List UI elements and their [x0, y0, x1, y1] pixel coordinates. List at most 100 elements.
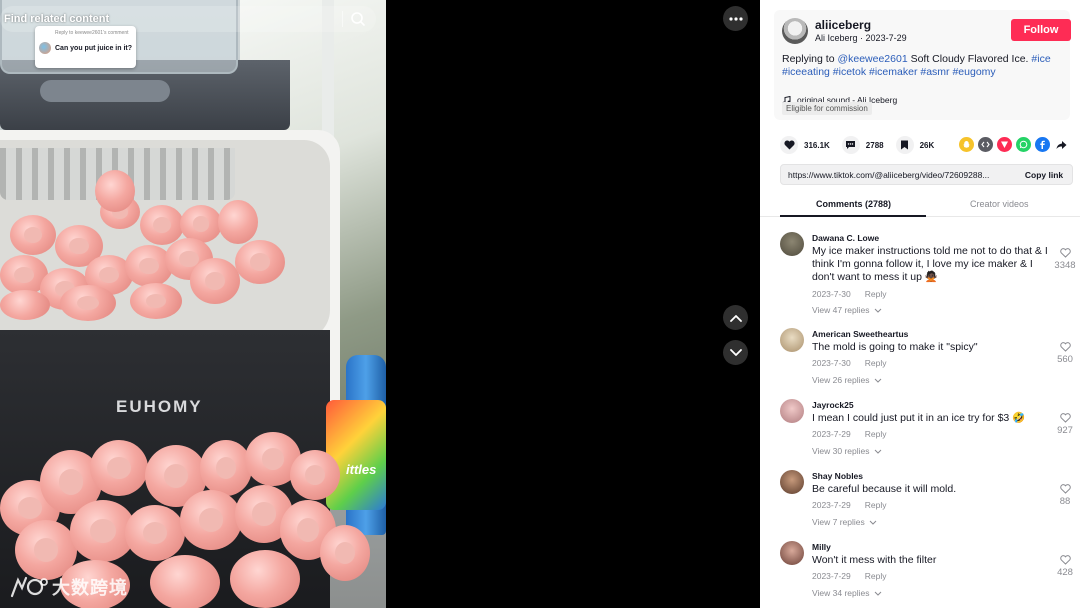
watermark-logo [10, 576, 48, 598]
comment-bubble-icon [841, 136, 860, 154]
engagement-actions: 316.1K 2788 26K [780, 136, 946, 154]
snapchat-share-icon[interactable] [959, 137, 974, 152]
view-replies-link[interactable]: View 30 replies [812, 446, 882, 456]
heart-outline-icon [1059, 555, 1071, 565]
save-action[interactable]: 26K [895, 136, 934, 154]
tab-comments[interactable]: Comments (2788) [816, 199, 891, 209]
comment-item: Shay Nobles Be careful because it will m… [780, 462, 1080, 534]
hashtag-ice[interactable]: #ice [1031, 53, 1050, 65]
comment-like[interactable]: 927 [1050, 413, 1080, 436]
like-action[interactable]: 316.1K [780, 136, 830, 154]
embed-share-icon[interactable] [978, 137, 993, 152]
commenter-name[interactable]: American Sweetheartus [812, 329, 908, 339]
hashtag-eugomy[interactable]: #eugomy [952, 66, 995, 78]
ice-cube [230, 550, 300, 608]
comment-meta: 2023-7-30 Reply [812, 289, 887, 299]
video-link-box: https://www.tiktok.com/@aliiceberg/video… [780, 164, 1073, 185]
view-replies-link[interactable]: View 47 replies [812, 305, 882, 315]
heart-outline-icon [1059, 248, 1071, 258]
send-share-icon[interactable] [997, 137, 1012, 152]
forward-share-icon[interactable] [1054, 137, 1069, 152]
chevron-down-icon [874, 449, 881, 454]
comment-date: 2023-7-29 [812, 500, 851, 510]
more-options-button[interactable] [723, 6, 748, 31]
commenter-name[interactable]: Dawana C. Lowe [812, 233, 879, 243]
description-mention[interactable]: @keewee2601 [837, 53, 907, 65]
ice-cube [60, 285, 116, 321]
view-replies-link[interactable]: View 34 replies [812, 588, 882, 598]
reply-link[interactable]: Reply [865, 571, 887, 581]
ice-cube [0, 290, 50, 320]
comment-text: The mold is going to make it "spicy" [812, 341, 978, 353]
watermark: 大数跨境 [8, 574, 128, 600]
view-replies-label[interactable]: View 7 replies [812, 517, 865, 527]
ice-maker-control-panel [40, 80, 170, 102]
author-avatar[interactable] [782, 18, 808, 44]
heart-outline-icon [1059, 342, 1071, 352]
reply-link[interactable]: Reply [865, 289, 887, 299]
comment-like[interactable]: 88 [1050, 484, 1080, 507]
commenter-avatar[interactable] [780, 328, 804, 352]
commenter-name[interactable]: Shay Nobles [812, 471, 863, 481]
previous-video-button[interactable] [723, 305, 748, 330]
heart-icon [780, 136, 798, 154]
view-replies-label[interactable]: View 47 replies [812, 305, 870, 315]
author-display-name: Ali Iceberg [815, 33, 858, 43]
view-replies-label[interactable]: View 34 replies [812, 588, 870, 598]
commenter-name[interactable]: Milly [812, 542, 831, 552]
next-video-button[interactable] [723, 340, 748, 365]
follow-button[interactable]: Follow [1011, 19, 1071, 41]
author-username[interactable]: aliiceberg [815, 18, 871, 32]
hashtag-icemaker[interactable]: #icemaker [869, 66, 917, 78]
facebook-share-icon[interactable] [1035, 137, 1050, 152]
search-icon[interactable] [349, 10, 367, 28]
reply-link[interactable]: Reply [865, 358, 887, 368]
panel-tabs: Comments (2788) Creator videos [760, 193, 1080, 217]
view-replies-label[interactable]: View 30 replies [812, 446, 870, 456]
ice-cube [218, 200, 258, 244]
commenter-avatar[interactable] [780, 399, 804, 423]
comment-like[interactable]: 428 [1050, 555, 1080, 578]
hashtag-iceeating[interactable]: #iceeating [782, 66, 830, 78]
ice-cube [290, 450, 340, 500]
comment-count: 2788 [865, 140, 884, 150]
video-player[interactable]: EUHOMY ittles Find related content Reply… [0, 0, 386, 608]
view-replies-link[interactable]: View 7 replies [812, 517, 877, 527]
ice-cube [320, 525, 370, 581]
comment-item: Milly Won't it mess with the filter 2023… [780, 533, 1080, 605]
comment-item: Dawana C. Lowe My ice maker instructions… [780, 224, 1080, 320]
comment-meta: 2023-7-30 Reply [812, 358, 887, 368]
comment-like[interactable]: 560 [1050, 342, 1080, 365]
like-count: 316.1K [804, 140, 830, 150]
hashtag-icetok[interactable]: #icetok [833, 66, 866, 78]
copy-link-button[interactable]: Copy link [1015, 165, 1073, 184]
more-dots-icon [728, 16, 743, 21]
ice-cube [140, 205, 184, 245]
comment-like-count: 560 [1057, 354, 1073, 365]
search-divider [342, 11, 343, 27]
comment-like[interactable]: 3348 [1050, 248, 1080, 271]
related-search-placeholder[interactable]: Find related content [4, 13, 109, 25]
tab-creator-videos[interactable]: Creator videos [970, 199, 1029, 209]
reply-link[interactable]: Reply [865, 500, 887, 510]
reply-link[interactable]: Reply [865, 429, 887, 439]
chevron-down-icon [874, 591, 881, 596]
comment-meta: 2023-7-29 Reply [812, 500, 887, 510]
view-replies-label[interactable]: View 26 replies [812, 375, 870, 385]
comment-like-count: 3348 [1054, 260, 1076, 271]
comment-item: American Sweetheartus The mold is going … [780, 320, 1080, 392]
commenter-avatar[interactable] [780, 470, 804, 494]
commenter-name[interactable]: Jayrock25 [812, 400, 854, 410]
whatsapp-share-icon[interactable] [1016, 137, 1031, 152]
video-description: Replying to @keewee2601 Soft Cloudy Flav… [782, 53, 1066, 79]
chevron-up-icon [729, 314, 742, 322]
video-url[interactable]: https://www.tiktok.com/@aliiceberg/video… [788, 170, 1010, 180]
comment-action[interactable]: 2788 [841, 136, 884, 154]
view-replies-link[interactable]: View 26 replies [812, 375, 882, 385]
hashtag-asmr[interactable]: #asmr [920, 66, 949, 78]
ice-cube [190, 258, 240, 304]
commenter-avatar[interactable] [780, 232, 804, 256]
description-prefix: Replying to [782, 53, 838, 65]
commenter-avatar[interactable] [780, 541, 804, 565]
reply-sticker-question: Can you put juice in it? [55, 45, 132, 52]
